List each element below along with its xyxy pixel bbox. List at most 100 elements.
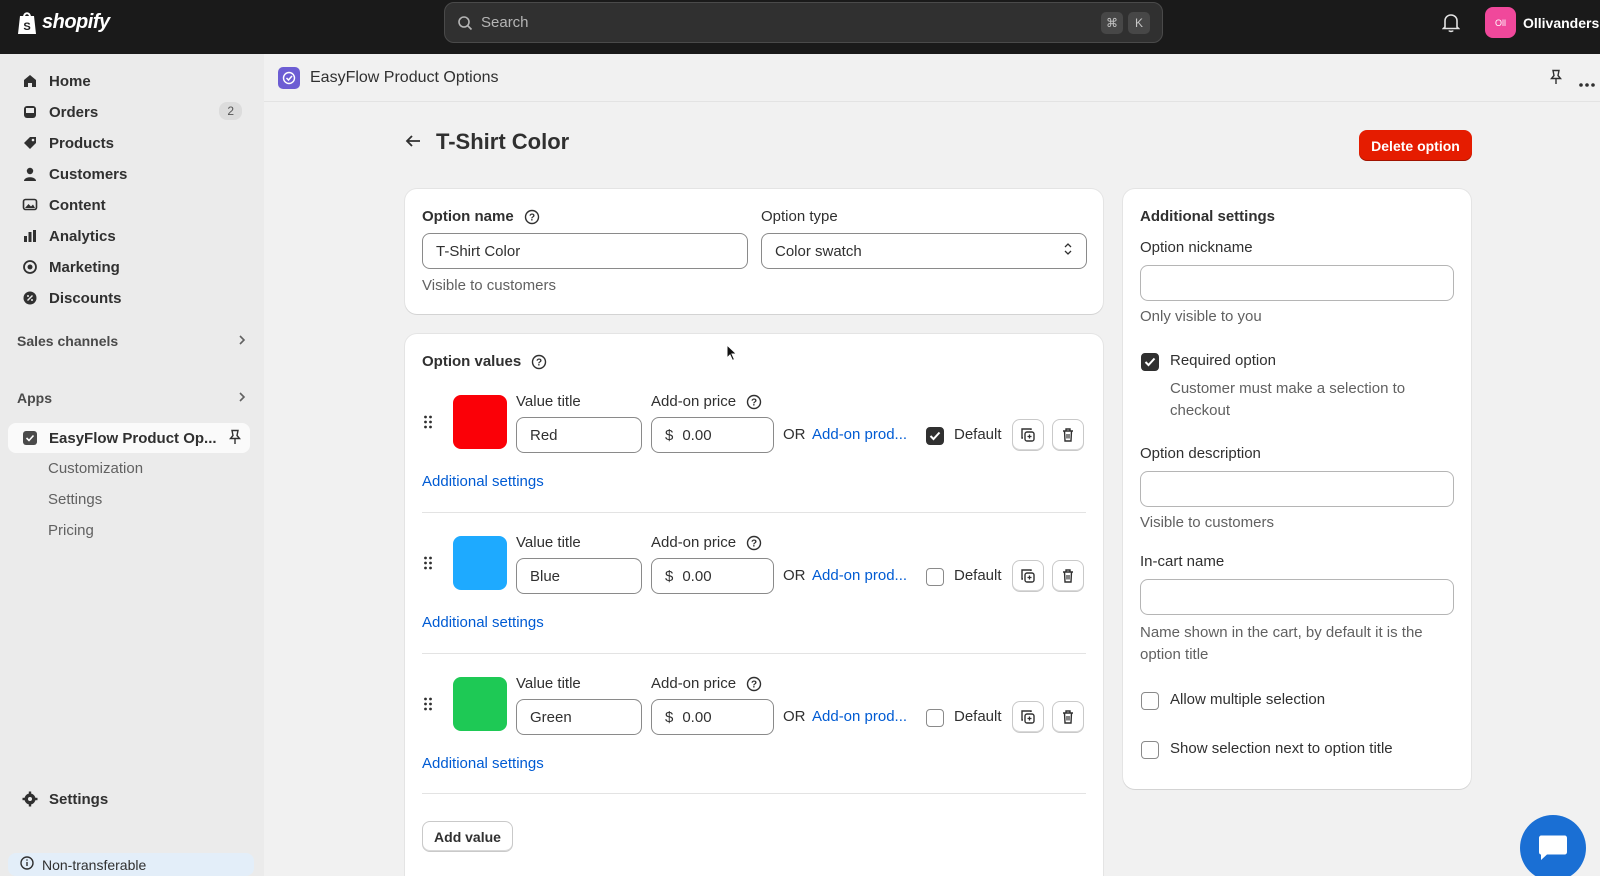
trash-icon <box>1063 710 1073 724</box>
divider <box>422 653 1086 654</box>
avatar: Oll <box>1485 7 1516 38</box>
incart-name-input[interactable] <box>1140 579 1454 615</box>
duplicate-icon <box>1021 710 1035 724</box>
duplicate-button[interactable] <box>1012 419 1044 451</box>
sidebar-item-easyflow[interactable]: EasyFlow Product Op... <box>8 423 250 453</box>
default-checkbox[interactable] <box>926 427 944 445</box>
pin-icon[interactable] <box>228 429 242 449</box>
nickname-label: Option nickname <box>1140 239 1253 256</box>
svg-text:?: ? <box>751 539 757 550</box>
bell-icon[interactable] <box>1441 13 1461 36</box>
settings-card-title: Additional settings <box>1140 208 1275 225</box>
sidebar-section-apps[interactable]: Apps <box>17 390 247 406</box>
more-actions-icon[interactable] <box>1578 75 1596 91</box>
color-swatch[interactable] <box>453 536 507 590</box>
non-transferable-banner[interactable]: Non-transferable <box>8 853 254 876</box>
option-type-select[interactable]: Color swatch <box>761 233 1087 269</box>
addon-price-label: Add-on price ? <box>651 675 762 692</box>
additional-settings-link[interactable]: Additional settings <box>422 473 544 490</box>
svg-text:?: ? <box>529 213 535 224</box>
help-icon[interactable]: ? <box>531 354 547 370</box>
sidebar-item-discounts[interactable]: Discounts <box>8 283 250 313</box>
sidebar-subitem-settings[interactable]: Settings <box>48 491 102 508</box>
option-values-title: Option values ? <box>422 353 547 370</box>
sidebar-item-customers[interactable]: Customers <box>8 159 250 189</box>
duplicate-icon <box>1021 569 1035 583</box>
sidebar-subitem-pricing[interactable]: Pricing <box>48 522 94 539</box>
show-selection-checkbox[interactable] <box>1141 741 1159 759</box>
chat-button[interactable] <box>1520 815 1586 876</box>
drag-handle-icon[interactable] <box>423 696 433 715</box>
drag-handle-icon[interactable] <box>423 414 433 433</box>
divider <box>422 793 1086 794</box>
sidebar-item-label: EasyFlow Product Op... <box>49 429 217 447</box>
page-title-text: T-Shirt Color <box>436 129 570 154</box>
info-icon <box>20 856 34 873</box>
option-name-label: Option name ? <box>422 208 540 225</box>
sidebar-item-analytics[interactable]: Analytics <box>8 221 250 251</box>
or-label: OR <box>783 567 806 584</box>
shopify-logo[interactable]: S shopify <box>16 10 110 35</box>
value-title-input[interactable]: Green <box>516 699 642 735</box>
additional-settings-link[interactable]: Additional settings <box>422 614 544 631</box>
color-swatch[interactable] <box>453 677 507 731</box>
delete-value-button[interactable] <box>1052 701 1084 733</box>
delete-value-button[interactable] <box>1052 560 1084 592</box>
sidebar-item-home[interactable]: Home <box>8 66 250 96</box>
value-title-input[interactable]: Red <box>516 417 642 453</box>
delete-option-button[interactable]: Delete option <box>1359 130 1472 161</box>
sidebar-section-sales-channels[interactable]: Sales channels <box>17 333 247 349</box>
addon-product-link[interactable]: Add-on prod... <box>812 567 907 584</box>
addon-price-input[interactable]: $ 0.00 <box>651 699 774 735</box>
app-title: EasyFlow Product Options <box>278 67 499 89</box>
addon-price-input[interactable]: $ 0.00 <box>651 417 774 453</box>
store-menu[interactable]: Oll Ollivanders <box>1485 7 1599 38</box>
delete-value-button[interactable] <box>1052 419 1084 451</box>
addon-price-input[interactable]: $ 0.00 <box>651 558 774 594</box>
checkmark-icon <box>929 431 941 441</box>
label-text: Add-on price <box>651 534 737 551</box>
sidebar-item-settings[interactable]: Settings <box>8 784 250 814</box>
required-option-checkbox[interactable] <box>1141 353 1159 371</box>
add-value-button[interactable]: Add value <box>422 821 513 852</box>
price-value: 0.00 <box>682 426 712 444</box>
default-checkbox[interactable] <box>926 709 944 727</box>
sidebar-subitem-customization[interactable]: Customization <box>48 460 143 477</box>
page-title: T-Shirt Color <box>404 129 569 155</box>
orders-count-badge: 2 <box>219 102 242 120</box>
help-icon[interactable]: ? <box>746 394 762 410</box>
incart-name-help: Name shown in the cart, by default it is… <box>1140 624 1423 663</box>
search-input[interactable]: Search ⌘ K <box>444 2 1163 43</box>
sidebar-item-marketing[interactable]: Marketing <box>8 252 250 282</box>
color-swatch[interactable] <box>453 395 507 449</box>
duplicate-button[interactable] <box>1012 701 1044 733</box>
duplicate-button[interactable] <box>1012 560 1044 592</box>
option-name-input[interactable]: T-Shirt Color <box>422 233 748 269</box>
help-icon[interactable]: ? <box>524 209 540 225</box>
store-name: Ollivanders <box>1523 14 1600 31</box>
description-input[interactable] <box>1140 471 1454 507</box>
back-arrow-icon[interactable] <box>404 129 422 155</box>
allow-multiple-checkbox[interactable] <box>1141 692 1159 710</box>
value-title-input[interactable]: Blue <box>516 558 642 594</box>
discount-icon <box>20 288 40 308</box>
nickname-input[interactable] <box>1140 265 1454 301</box>
label-text: Add-on price <box>651 393 737 410</box>
drag-handle-icon[interactable] <box>423 555 433 574</box>
addon-price-label: Add-on price ? <box>651 534 762 551</box>
addon-product-link[interactable]: Add-on prod... <box>812 708 907 725</box>
sidebar-item-content[interactable]: Content <box>8 190 250 220</box>
default-label: Default <box>954 567 1002 584</box>
sidebar-item-products[interactable]: Products <box>8 128 250 158</box>
pin-icon[interactable] <box>1549 69 1563 88</box>
help-icon[interactable]: ? <box>746 535 762 551</box>
description-help: Visible to customers <box>1140 514 1274 531</box>
default-checkbox[interactable] <box>926 568 944 586</box>
addon-product-link[interactable]: Add-on prod... <box>812 426 907 443</box>
default-label: Default <box>954 708 1002 725</box>
label-text: Add-on price <box>651 675 737 692</box>
additional-settings-link[interactable]: Additional settings <box>422 755 544 772</box>
help-icon[interactable]: ? <box>746 676 762 692</box>
app-icon <box>20 428 40 448</box>
sidebar-item-orders[interactable]: Orders 2 <box>8 97 250 127</box>
